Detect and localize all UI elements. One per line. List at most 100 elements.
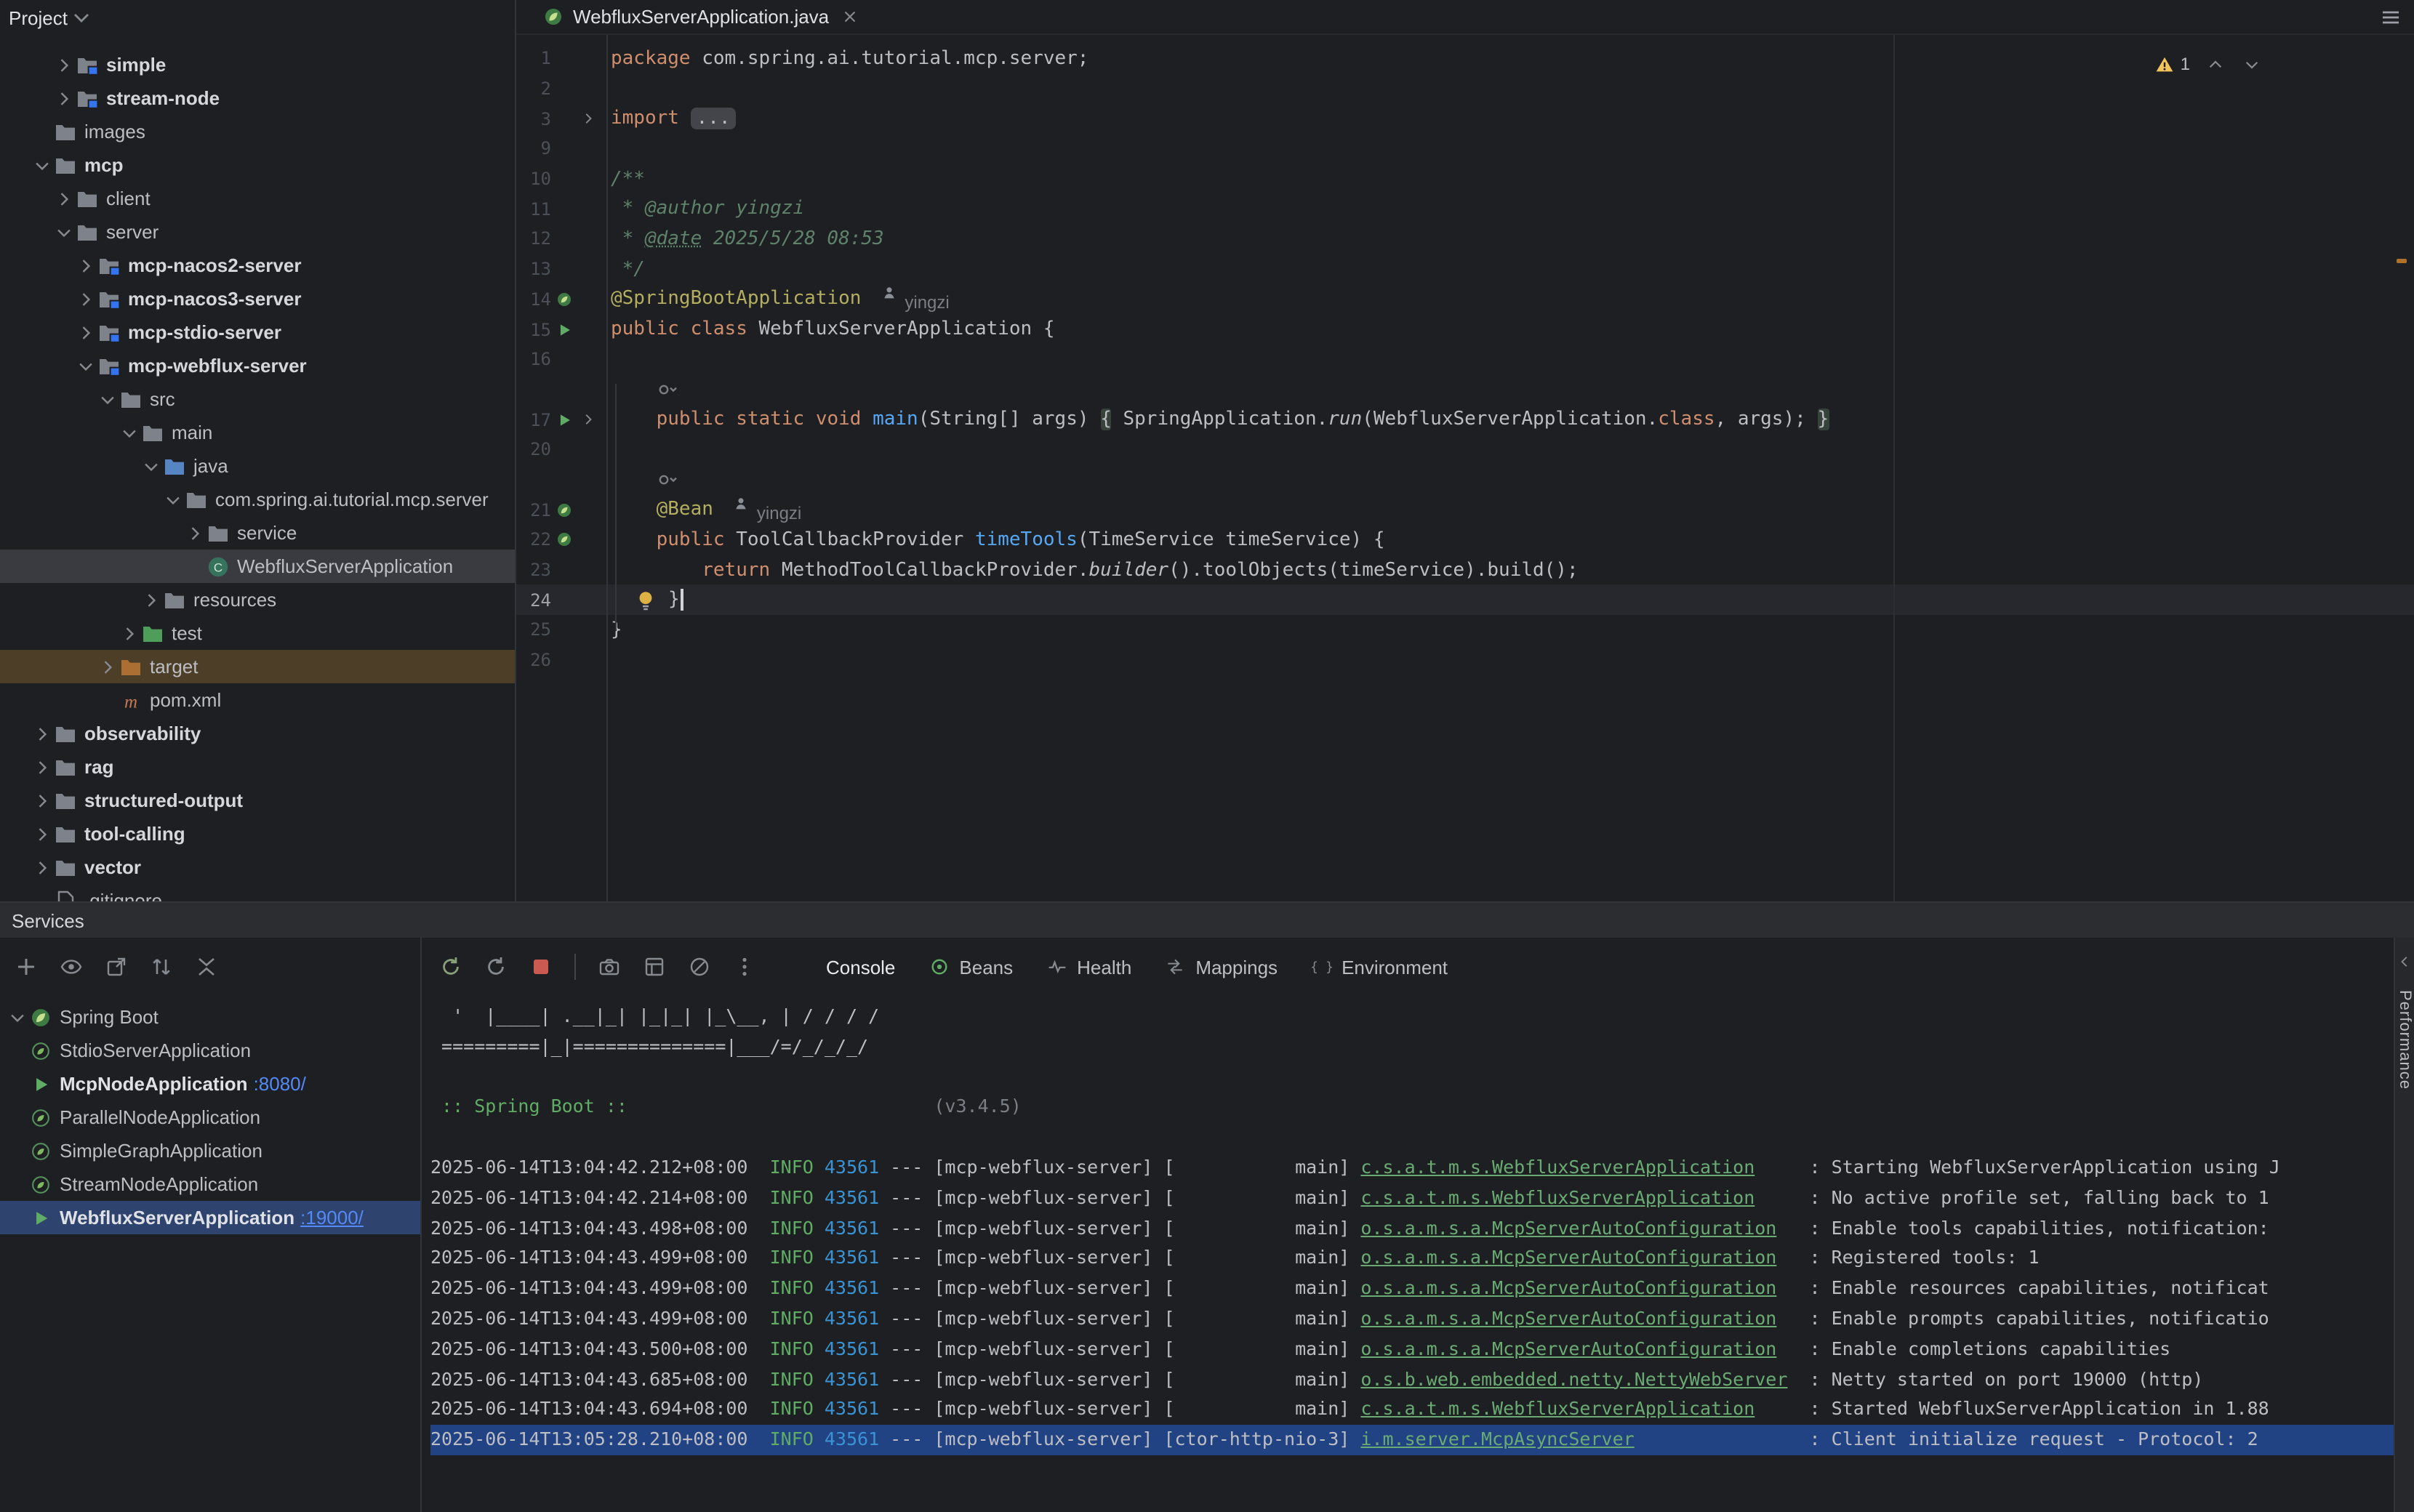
analysis-warning-stripe[interactable] <box>2397 259 2407 263</box>
service-item-parallelnodeapplication[interactable]: ParallelNodeApplication <box>0 1101 420 1134</box>
service-item-webfluxserverapplication[interactable]: WebfluxServerApplication:19000/ <box>0 1201 420 1234</box>
warnings-indicator[interactable]: 1 <box>2153 52 2190 76</box>
console-log-line[interactable]: 2025-06-14T13:04:43.685+08:00 INFO 43561… <box>430 1364 2394 1395</box>
author-inlay[interactable]: yingzi <box>881 286 949 313</box>
service-item-mcpnodeapplication[interactable]: McpNodeApplication:8080/ <box>0 1067 420 1101</box>
editor-line-24[interactable]: 24 } <box>516 585 2414 615</box>
swap-icon[interactable] <box>150 955 173 978</box>
project-item-webfluxserverapplication[interactable]: CWebfluxServerApplication <box>0 550 515 583</box>
project-item-com-spring-ai-tutorial-mcp-server[interactable]: com.spring.ai.tutorial.mcp.server <box>0 483 515 516</box>
service-item-simplegraphapplication[interactable]: SimpleGraphApplication <box>0 1134 420 1167</box>
editor-line-13[interactable]: 13 */ <box>516 254 2414 284</box>
logger-link[interactable]: o.s.a.m.s.a.McpServerAutoConfiguration <box>1360 1247 1776 1268</box>
inspection-widget[interactable]: 1 <box>2153 52 2263 76</box>
author-inlay[interactable]: yingzi <box>734 496 801 523</box>
run-gutter-icon[interactable] <box>553 408 576 431</box>
bean-gutter-icon[interactable] <box>553 288 576 311</box>
chevron-down-icon[interactable] <box>74 354 97 377</box>
code-editor[interactable]: 1package com.spring.ai.tutorial.mcp.serv… <box>516 35 2414 901</box>
chevron-right-icon[interactable] <box>576 408 599 431</box>
chevron-right-icon[interactable] <box>52 53 76 76</box>
editor-line-12[interactable]: 12 * @date 2025/5/28 08:53 <box>516 224 2414 254</box>
chevron-right-icon[interactable] <box>96 655 119 678</box>
project-item-mcp-webflux-server[interactable]: mcp-webflux-server <box>0 349 515 382</box>
editor-line-9[interactable]: 9 <box>516 134 2414 164</box>
chevron-right-icon[interactable] <box>31 789 54 812</box>
project-item-src[interactable]: src <box>0 382 515 416</box>
chevron-right-icon[interactable] <box>52 187 76 210</box>
chevron-right-icon[interactable] <box>74 321 97 344</box>
console-log-line[interactable]: 2025-06-14T13:04:43.694+08:00 INFO 43561… <box>430 1395 2394 1425</box>
editor-tab[interactable]: WebfluxServerApplication.java <box>528 0 874 33</box>
console-log-line[interactable]: 2025-06-14T13:04:43.499+08:00 INFO 43561… <box>430 1304 2394 1335</box>
project-item-simple[interactable]: simple <box>0 48 515 81</box>
logger-link[interactable]: o.s.a.m.s.a.McpServerAutoConfiguration <box>1360 1216 1776 1238</box>
chevron-left-icon[interactable] <box>2393 949 2414 973</box>
console-log-line[interactable]: 2025-06-14T13:05:28.210+08:00 INFO 43561… <box>430 1425 2394 1455</box>
logger-link[interactable]: i.m.server.McpAsyncServer <box>1360 1428 1634 1449</box>
project-item-pom-xml[interactable]: mpom.xml <box>0 683 515 717</box>
code-vision-icon[interactable] <box>656 378 679 401</box>
console-log-line[interactable]: 2025-06-14T13:04:42.214+08:00 INFO 43561… <box>430 1183 2394 1214</box>
project-item-target[interactable]: target <box>0 650 515 683</box>
chevron-right-icon[interactable] <box>183 521 206 544</box>
chevron-right-icon[interactable] <box>118 622 141 645</box>
editor-line-21[interactable]: 21 @Beanyingzi <box>516 495 2414 525</box>
chevron-down-icon[interactable] <box>6 1005 29 1029</box>
tab-health[interactable]: Health <box>1029 946 1147 987</box>
editor-line-15[interactable]: 15public class WebfluxServerApplication … <box>516 314 2414 344</box>
project-item-client[interactable]: client <box>0 182 515 215</box>
project-item-main[interactable]: main <box>0 416 515 449</box>
chevron-right-icon[interactable] <box>576 107 599 130</box>
close-icon[interactable] <box>838 5 861 28</box>
rerun-icon[interactable] <box>439 955 462 978</box>
project-item-service[interactable]: service <box>0 516 515 550</box>
editor-line-26[interactable]: 26 <box>516 646 2414 675</box>
chevron-down-icon[interactable] <box>161 488 185 511</box>
logger-link[interactable]: o.s.a.m.s.a.McpServerAutoConfiguration <box>1360 1276 1776 1298</box>
chevron-down-icon[interactable] <box>71 6 94 29</box>
project-item-mcp[interactable]: mcp <box>0 148 515 182</box>
open-in-new-icon[interactable] <box>105 955 128 978</box>
logger-link[interactable]: c.s.a.t.m.s.WebfluxServerApplication <box>1360 1186 1755 1208</box>
tab-mappings[interactable]: Mappings <box>1147 946 1294 987</box>
services-header[interactable]: Services <box>0 903 2414 938</box>
chevron-down-icon[interactable] <box>140 454 163 478</box>
rerun-failed-icon[interactable] <box>484 955 508 978</box>
editor-line-11[interactable]: 11 * @author yingzi <box>516 194 2414 224</box>
editor-inlay-row[interactable] <box>516 465 2414 494</box>
chevron-down-icon[interactable] <box>52 220 76 244</box>
project-item-rag[interactable]: rag <box>0 750 515 784</box>
service-item-spring-boot[interactable]: Spring Boot <box>0 1000 420 1034</box>
code-vision-icon[interactable] <box>656 468 679 491</box>
editor-line-2[interactable]: 2 <box>516 73 2414 103</box>
chevron-right-icon[interactable] <box>31 856 54 879</box>
console-log-line[interactable]: 2025-06-14T13:04:43.499+08:00 INFO 43561… <box>430 1244 2394 1274</box>
project-item-mcp-nacos2-server[interactable]: mcp-nacos2-server <box>0 249 515 282</box>
project-item-structured-output[interactable]: structured-output <box>0 784 515 817</box>
console-output[interactable]: ' |____| .__|_| |_|_| |_\__, | / / / / =… <box>422 996 2394 1512</box>
chevron-down-icon[interactable] <box>118 421 141 444</box>
service-item-stdioserverapplication[interactable]: StdioServerApplication <box>0 1034 420 1067</box>
restore-layout-icon[interactable] <box>643 955 666 978</box>
tab-beans[interactable]: Beans <box>911 946 1029 987</box>
chevron-up-icon[interactable] <box>2203 52 2226 76</box>
collapse-all-icon[interactable] <box>195 955 218 978</box>
console-log-line[interactable]: 2025-06-14T13:04:43.499+08:00 INFO 43561… <box>430 1274 2394 1304</box>
project-item-vector[interactable]: vector <box>0 850 515 884</box>
project-item-mcp-stdio-server[interactable]: mcp-stdio-server <box>0 315 515 349</box>
project-header[interactable]: Project <box>0 0 515 35</box>
editor-inlay-row[interactable] <box>516 374 2414 404</box>
project-item-images[interactable]: images <box>0 115 515 148</box>
chevron-right-icon[interactable] <box>31 755 54 779</box>
chevron-down-icon[interactable] <box>96 387 119 411</box>
chevron-right-icon[interactable] <box>31 822 54 845</box>
project-item-observability[interactable]: observability <box>0 717 515 750</box>
tab-console[interactable]: Console <box>810 946 911 987</box>
editor-line-25[interactable]: 25} <box>516 615 2414 645</box>
logger-link[interactable]: c.s.a.t.m.s.WebfluxServerApplication <box>1360 1398 1755 1420</box>
chevron-right-icon[interactable] <box>52 87 76 110</box>
editor-line-10[interactable]: 10/** <box>516 164 2414 194</box>
editor-line-14[interactable]: 14@SpringBootApplicationyingzi <box>516 284 2414 314</box>
project-item-mcp-nacos3-server[interactable]: mcp-nacos3-server <box>0 282 515 315</box>
